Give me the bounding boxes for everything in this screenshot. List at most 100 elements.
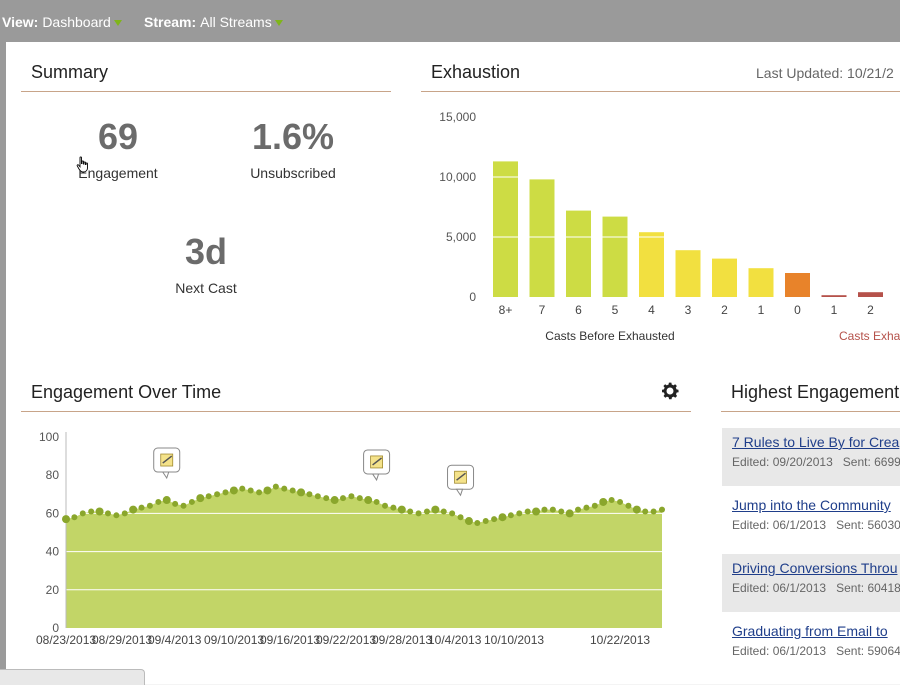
data-point [356, 495, 363, 502]
data-point [79, 510, 86, 517]
stream-selector[interactable]: Stream: All Streams [144, 14, 283, 30]
data-point [172, 500, 179, 507]
bottom-tab[interactable] [0, 669, 145, 685]
data-point [297, 488, 306, 497]
data-point [659, 506, 665, 513]
y-tick-label: 100 [39, 430, 59, 444]
stream-value: All Streams [200, 14, 272, 30]
data-point [482, 518, 489, 525]
data-point [642, 508, 649, 515]
list-item[interactable]: Graduating from Email to Edited: 06/1/20… [722, 617, 900, 655]
view-value: Dashboard [42, 14, 111, 30]
data-point [364, 496, 373, 505]
x-tick-label: 0 [794, 303, 801, 317]
stream-label: Stream: [144, 14, 197, 30]
y-tick-label: 10,000 [439, 170, 476, 184]
x-tick-label: 08/23/2013 [36, 633, 96, 647]
list-item-meta: Edited: 06/1/2013 Sent: 56030 [732, 518, 900, 532]
x-tick-label: 08/29/2013 [92, 633, 152, 647]
data-point [289, 487, 296, 494]
x-tick-label: 7 [539, 303, 546, 317]
data-point [113, 512, 120, 519]
list-item[interactable]: 7 Rules to Live By for Crea Edited: 09/2… [722, 428, 900, 486]
list-item-title-link[interactable]: Driving Conversions Throu [732, 560, 897, 576]
data-point [263, 486, 272, 495]
list-item-title-link[interactable]: Graduating from Email to [732, 623, 888, 639]
note-bubble-tail [455, 488, 464, 497]
summary-title: Summary [31, 62, 109, 82]
data-point [138, 504, 145, 511]
list-item-sent: Sent: 66990 [842, 455, 900, 469]
data-point [449, 510, 456, 517]
data-point [457, 514, 464, 521]
data-point [188, 498, 195, 505]
exhaustion-title: Exhaustion [431, 62, 521, 82]
list-item-title-link[interactable]: Jump into the Community [732, 497, 891, 513]
data-point [146, 502, 153, 509]
data-point [239, 485, 246, 492]
data-point [608, 497, 615, 504]
data-point [229, 486, 238, 495]
data-point [498, 513, 507, 522]
exhaustion-divider [421, 91, 900, 92]
data-point [71, 514, 78, 521]
top-toolbar: View: Dashboard Stream: All Streams [0, 0, 900, 42]
x-tick-label: 1 [758, 303, 765, 317]
exhaustion-bar [529, 179, 555, 297]
exhaustion-bar [858, 292, 883, 297]
unsubscribed-label: Unsubscribed [250, 165, 336, 181]
data-point [95, 507, 104, 516]
view-label: View: [2, 14, 39, 30]
gear-icon[interactable] [659, 380, 681, 402]
list-item-meta: Edited: 06/1/2013 Sent: 60418 [732, 581, 900, 595]
engagement-over-time-title: Engagement Over Time [31, 382, 222, 402]
x-tick-label: 6 [575, 303, 582, 317]
x-tick-label: 09/10/2013 [204, 633, 264, 647]
list-item[interactable]: Driving Conversions Throu Edited: 06/1/2… [722, 554, 900, 612]
data-point [431, 505, 440, 514]
exhaustion-bar [748, 268, 774, 297]
exhaustion-bar [602, 216, 628, 297]
data-point [474, 519, 481, 526]
data-point [340, 495, 347, 502]
data-point [549, 506, 556, 513]
highest-engagement-divider [721, 411, 900, 412]
x-tick-label: 10/4/2013 [428, 633, 482, 647]
data-point [62, 515, 70, 524]
y-tick-label: 20 [46, 583, 60, 597]
list-item-meta: Edited: 06/1/2013 Sent: 59064 [732, 644, 900, 655]
data-point [281, 485, 288, 492]
list-item-edited: Edited: 06/1/2013 [732, 644, 827, 655]
y-tick-label: 80 [46, 468, 60, 482]
exhaustion-bar [675, 250, 701, 297]
list-item-edited: Edited: 06/1/2013 [732, 518, 827, 532]
x-tick-label: 2 [721, 303, 728, 317]
data-point [381, 502, 388, 509]
y-tick-label: 15,000 [439, 110, 476, 124]
data-point [162, 496, 171, 505]
list-item-title-link[interactable]: 7 Rules to Live By for Crea [732, 434, 899, 450]
data-point [516, 510, 523, 517]
data-point [440, 508, 447, 515]
x-tick-label: 3 [685, 303, 692, 317]
list-item-sent: Sent: 56030 [836, 518, 900, 532]
exhaustion-bar [493, 161, 518, 297]
data-point [272, 483, 279, 490]
list-item-edited: Edited: 09/20/2013 [732, 455, 833, 469]
chevron-down-icon [113, 20, 122, 26]
x-axis-label: Casts Before Exhausted [545, 329, 674, 343]
data-point [214, 491, 221, 498]
exhaustion-bar [712, 258, 737, 297]
data-point [196, 494, 205, 503]
y-tick-label: 60 [46, 506, 60, 520]
list-item-edited: Edited: 06/1/2013 [732, 581, 827, 595]
engagement-value: 69 [97, 116, 139, 157]
next-cast-value: 3d [184, 231, 227, 272]
last-updated: Last Updated: 10/21/2 [756, 65, 894, 81]
hand-cursor-icon [76, 156, 88, 173]
list-item[interactable]: Jump into the Community Edited: 06/1/201… [722, 491, 900, 549]
data-point [565, 509, 574, 518]
view-selector[interactable]: View: Dashboard [2, 14, 122, 30]
data-point [314, 493, 321, 500]
data-point [180, 502, 187, 509]
